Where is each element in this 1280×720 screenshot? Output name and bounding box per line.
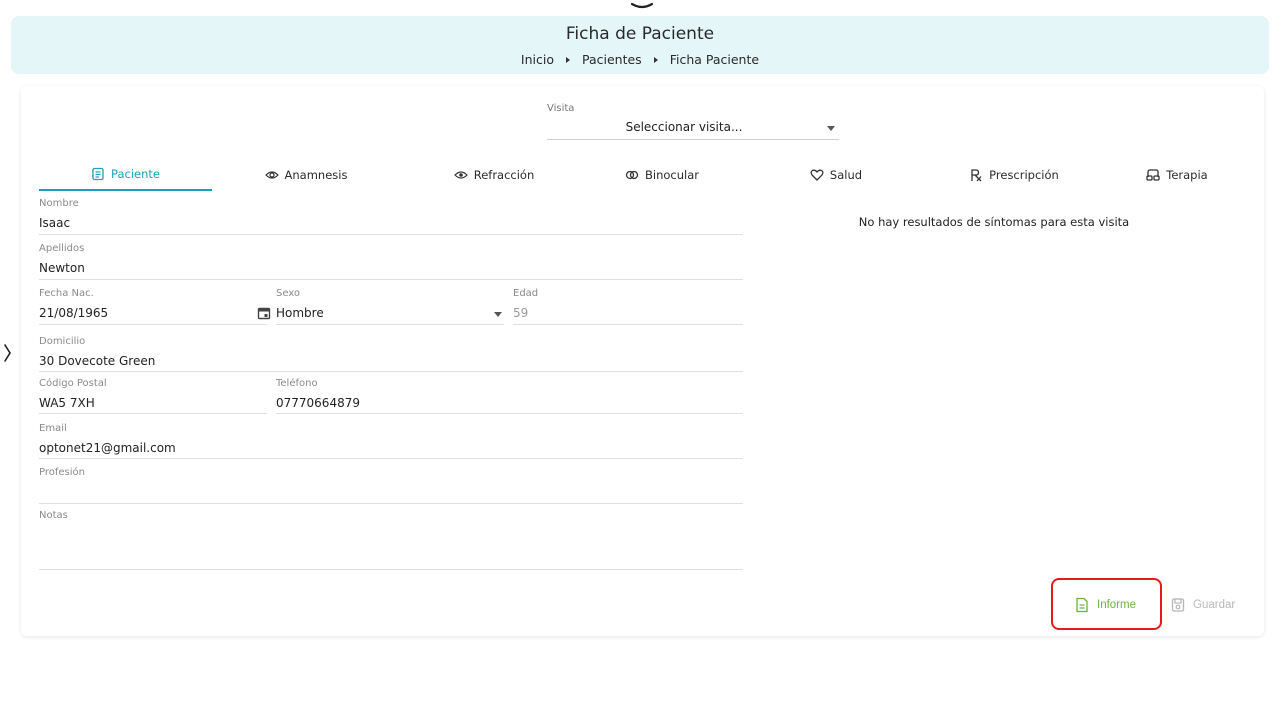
- visita-select[interactable]: Visita Seleccionar visita...: [547, 102, 839, 140]
- eye-refresh-icon: [264, 170, 279, 179]
- nombre-value[interactable]: Isaac: [39, 216, 70, 230]
- email-label: Email: [39, 423, 67, 434]
- telefono-label: Teléfono: [276, 378, 318, 389]
- sexo-label: Sexo: [276, 288, 301, 299]
- breadcrumb-separator-icon: [653, 56, 658, 63]
- domicilio-value[interactable]: 30 Dovecote Green: [39, 354, 155, 368]
- apellidos-field[interactable]: Apellidos Newton: [39, 243, 743, 280]
- breadcrumb-inicio[interactable]: Inicio: [521, 52, 554, 67]
- apellidos-label: Apellidos: [39, 243, 85, 254]
- page-title: Ficha de Paciente: [565, 24, 715, 44]
- edad-value: 59: [513, 306, 529, 320]
- codigo-postal-label: Código Postal: [39, 378, 107, 389]
- tab-paciente[interactable]: Paciente: [39, 158, 212, 191]
- codigo-postal-value[interactable]: WA5 7XH: [39, 396, 95, 410]
- breadcrumb-pacientes[interactable]: Pacientes: [582, 52, 642, 67]
- telefono-field[interactable]: Teléfono 07770664879: [276, 378, 743, 414]
- apellidos-value[interactable]: Newton: [39, 261, 85, 275]
- tab-binocular[interactable]: Binocular: [587, 158, 737, 191]
- page-header: Ficha de Paciente Inicio Pacientes Ficha…: [11, 16, 1269, 74]
- breadcrumb-ficha-paciente: Ficha Paciente: [669, 52, 760, 67]
- notas-field[interactable]: Notas: [39, 510, 743, 570]
- highlight-box: [1051, 578, 1162, 630]
- tab-label: Prescripción: [989, 167, 1059, 182]
- notas-label: Notas: [39, 510, 68, 521]
- domicilio-label: Domicilio: [39, 336, 86, 347]
- email-field[interactable]: Email optonet21@gmail.com: [39, 423, 743, 459]
- email-value[interactable]: optonet21@gmail.com: [39, 441, 176, 455]
- guardar-button[interactable]: Guardar: [1171, 597, 1235, 613]
- telefono-value[interactable]: 07770664879: [276, 396, 360, 410]
- tab-label: Binocular: [645, 167, 699, 182]
- nombre-field[interactable]: Nombre Isaac: [39, 198, 743, 235]
- chevron-down-icon[interactable]: [630, 0, 654, 12]
- domicilio-field[interactable]: Domicilio 30 Dovecote Green: [39, 336, 743, 372]
- tab-label: Anamnesis: [284, 167, 348, 182]
- linked-circles-icon: [625, 170, 639, 179]
- tab-label: Salud: [829, 167, 863, 182]
- sidebar-toggle-icon[interactable]: [2, 343, 12, 363]
- tab-refraccion[interactable]: Refracción: [419, 158, 569, 191]
- patient-card: Visita Seleccionar visita... Paciente An…: [21, 86, 1264, 636]
- tab-prescripcion[interactable]: Prescripción: [934, 158, 1094, 191]
- dropdown-arrow-icon[interactable]: [827, 126, 835, 131]
- tab-label: Paciente: [111, 166, 160, 181]
- fecha-nac-field[interactable]: Fecha Nac. 21/08/1965: [39, 288, 271, 325]
- tab-label: Refracción: [473, 167, 535, 182]
- sexo-select[interactable]: Sexo Hombre: [276, 288, 504, 325]
- breadcrumb: Inicio Pacientes Ficha Paciente: [11, 52, 1269, 67]
- edad-field: Edad 59: [513, 288, 743, 325]
- symptoms-empty-message: No hay resultados de síntomas para esta …: [858, 215, 1130, 229]
- tab-bar: Paciente Anamnesis Refracción Binocular …: [39, 158, 1247, 191]
- visita-label: Visita: [547, 103, 575, 114]
- visita-value[interactable]: Seleccionar visita...: [547, 120, 821, 134]
- fecha-nac-value[interactable]: 21/08/1965: [39, 306, 108, 320]
- guardar-label: Guardar: [1193, 599, 1236, 611]
- dropdown-arrow-icon[interactable]: [494, 312, 502, 317]
- eye-settings-icon: [453, 170, 468, 179]
- breadcrumb-separator-icon: [566, 56, 570, 63]
- contact-card-icon: [92, 167, 104, 180]
- fecha-nac-label: Fecha Nac.: [39, 288, 94, 299]
- nombre-label: Nombre: [39, 198, 79, 209]
- save-icon: [1171, 598, 1185, 612]
- rx-icon: [971, 168, 982, 181]
- tab-salud[interactable]: Salud: [761, 158, 911, 191]
- codigo-postal-field[interactable]: Código Postal WA5 7XH: [39, 378, 267, 414]
- profesion-label: Profesión: [39, 467, 85, 478]
- tab-terapia[interactable]: Terapia: [1107, 158, 1247, 191]
- glasses-icon: [1146, 168, 1160, 181]
- edad-label: Edad: [513, 288, 539, 299]
- calendar-icon[interactable]: [257, 306, 271, 320]
- tab-anamnesis[interactable]: Anamnesis: [231, 158, 381, 191]
- tab-label: Terapia: [1166, 167, 1208, 182]
- heart-icon: [810, 169, 824, 181]
- sexo-value[interactable]: Hombre: [276, 306, 324, 320]
- profesion-field[interactable]: Profesión: [39, 467, 743, 504]
